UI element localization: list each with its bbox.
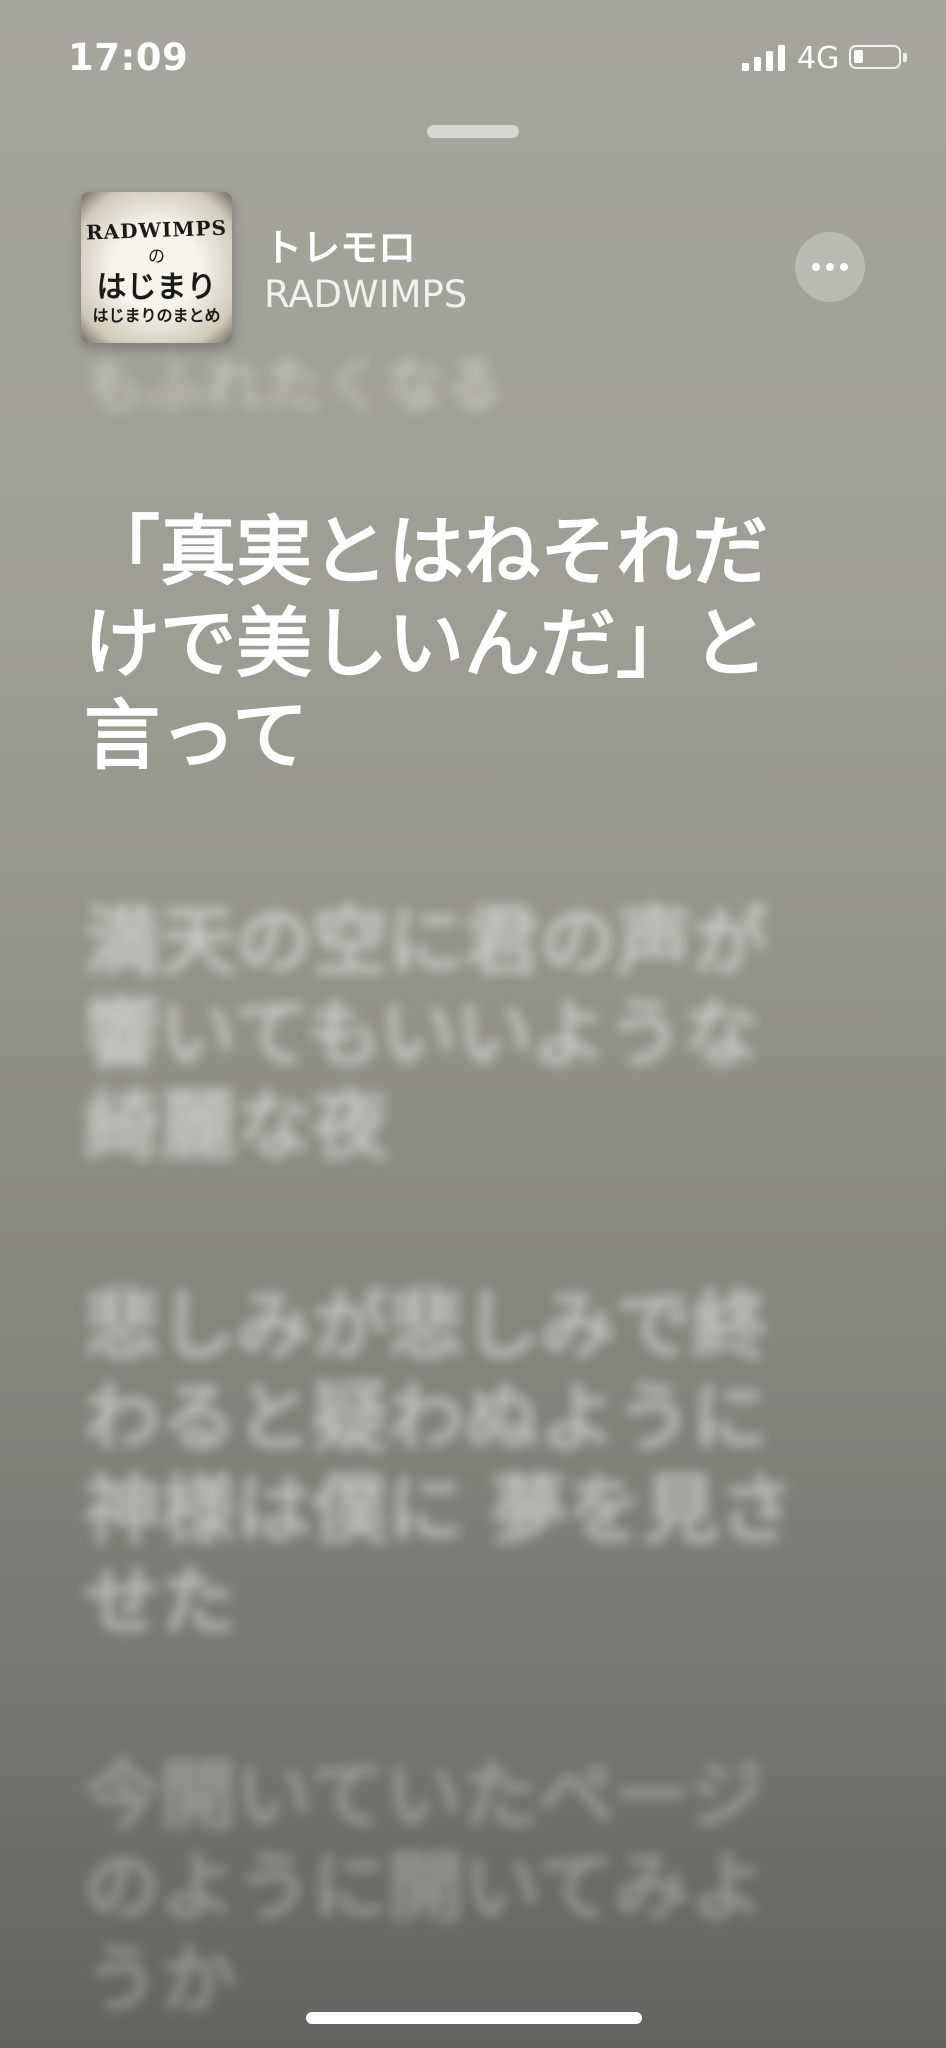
lyric-line-next[interactable]: 悲しみが悲しみで終わると疑わぬように神様は僕に 夢を見させた bbox=[84, 1280, 824, 1648]
sheet-grabber-handle[interactable] bbox=[427, 125, 519, 138]
lyric-line-next[interactable]: 満天の空に君の声が響いてもいいような綺麗な夜 bbox=[84, 896, 824, 1172]
battery-fill bbox=[854, 50, 863, 63]
artist-name[interactable]: RADWIMPS bbox=[264, 273, 467, 316]
status-time: 17:09 bbox=[68, 36, 189, 79]
network-type: 4G bbox=[797, 41, 840, 76]
album-art-subtitle-text: はじまりのまとめ bbox=[92, 306, 221, 325]
battery-nub bbox=[903, 53, 907, 62]
lyric-line-current[interactable]: 「真実とはねそれだけで美しいんだ」と言って bbox=[84, 506, 824, 782]
battery-icon bbox=[849, 45, 907, 69]
album-art[interactable]: RADWIMPS の はじまり はじまりのまとめ bbox=[81, 192, 232, 343]
now-playing-header: RADWIMPS の はじまり はじまりのまとめ トレモロ RADWIMPS bbox=[0, 190, 946, 350]
song-title: トレモロ bbox=[264, 226, 417, 270]
cellular-signal-icon bbox=[742, 45, 785, 71]
lyric-line-next[interactable]: 今開いていたページのように開いてみようか bbox=[84, 1750, 824, 2026]
ellipsis-icon bbox=[812, 263, 848, 271]
album-art-title-text: はじまり bbox=[96, 270, 217, 305]
status-bar: 17:09 4G bbox=[0, 0, 946, 120]
album-art-band-text: RADWIMPS bbox=[85, 215, 228, 245]
lyric-line-previous[interactable]: もふれたくなる bbox=[84, 340, 504, 432]
more-options-button[interactable] bbox=[795, 232, 865, 302]
home-indicator[interactable] bbox=[306, 2012, 642, 2024]
